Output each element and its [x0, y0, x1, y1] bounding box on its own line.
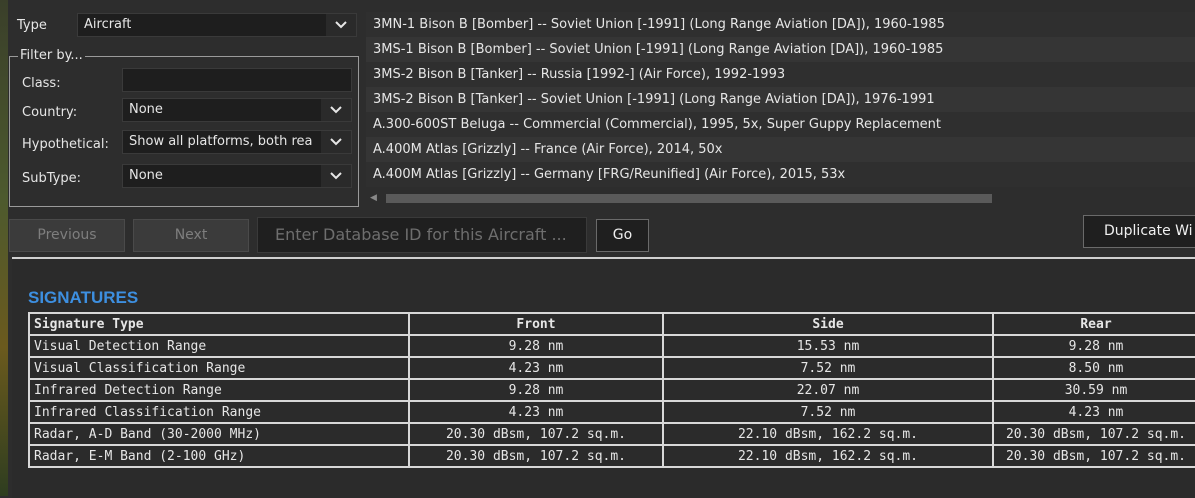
cell: 4.23 nm: [408, 400, 664, 424]
header-signature-type: Signature Type: [28, 312, 410, 336]
cell: 22.07 nm: [662, 378, 994, 402]
cell: 4.23 nm: [992, 400, 1195, 424]
database-id-input[interactable]: Enter Database ID for this Aircraft ...: [257, 217, 587, 253]
signatures-title: SIGNATURES: [28, 288, 139, 307]
duplicate-button[interactable]: Duplicate Wi: [1083, 215, 1195, 248]
subtype-select[interactable]: None: [122, 164, 352, 188]
table-row: Visual Detection Range 9.28 nm 15.53 nm …: [28, 334, 1195, 358]
subtype-select-value: None: [129, 168, 163, 183]
arrow-left-icon[interactable]: ◀: [370, 193, 384, 204]
class-label: Class:: [22, 76, 61, 91]
list-item[interactable]: A.400M Atlas [Grizzly] -- France (Air Fo…: [366, 137, 1195, 162]
table-row: Radar, E-M Band (2-100 GHz) 20.30 dBsm, …: [28, 444, 1195, 468]
list-item[interactable]: A.400M Atlas [Grizzly] -- Germany [FRG/R…: [366, 162, 1195, 187]
cell: 7.52 nm: [662, 356, 994, 380]
results-list: 3MN-1 Bison B [Bomber] -- Soviet Union […: [366, 12, 1195, 192]
cell: 4.23 nm: [408, 356, 664, 380]
country-select-value: None: [129, 102, 163, 117]
table-header-row: Signature Type Front Side Rear: [28, 312, 1195, 336]
cell: Infrared Classification Range: [28, 400, 410, 424]
list-item[interactable]: 3MS-2 Bison B [Tanker] -- Soviet Union […: [366, 87, 1195, 112]
next-button[interactable]: Next: [133, 219, 249, 252]
cell: 30.59 nm: [992, 378, 1195, 402]
type-label: Type: [17, 18, 47, 33]
left-background-strip: [0, 0, 8, 496]
cell: 20.30 dBsm, 107.2 sq.m.: [992, 444, 1195, 468]
table-row: Visual Classification Range 4.23 nm 7.52…: [28, 356, 1195, 380]
hypothetical-select-value: Show all platforms, both rea: [129, 134, 313, 149]
subtype-label: SubType:: [22, 171, 81, 186]
chevron-down-icon[interactable]: [321, 99, 351, 121]
chevron-down-icon[interactable]: [326, 14, 356, 36]
list-item[interactable]: A.300-600ST Beluga -- Commercial (Commer…: [366, 112, 1195, 137]
cell: Visual Classification Range: [28, 356, 410, 380]
list-item[interactable]: 3MS-1 Bison B [Bomber] -- Soviet Union […: [366, 37, 1195, 62]
cell: 15.53 nm: [662, 334, 994, 358]
header-side: Side: [662, 312, 994, 336]
cell: Radar, A-D Band (30-2000 MHz): [28, 422, 410, 446]
table-row: Infrared Classification Range 4.23 nm 7.…: [28, 400, 1195, 424]
cell: 9.28 nm: [408, 378, 664, 402]
country-select[interactable]: None: [122, 98, 352, 122]
go-button[interactable]: Go: [596, 219, 649, 252]
cell: 9.28 nm: [408, 334, 664, 358]
cell: 22.10 dBsm, 162.2 sq.m.: [662, 444, 994, 468]
list-item[interactable]: 3MS-2 Bison B [Tanker] -- Russia [1992-]…: [366, 62, 1195, 87]
cell: Infrared Detection Range: [28, 378, 410, 402]
scrollbar-thumb[interactable]: [386, 194, 992, 203]
cell: Radar, E-M Band (2-100 GHz): [28, 444, 410, 468]
cell: 8.50 nm: [992, 356, 1195, 380]
chevron-down-icon[interactable]: [321, 165, 351, 187]
table-row: Infrared Detection Range 9.28 nm 22.07 n…: [28, 378, 1195, 402]
class-input[interactable]: [122, 68, 352, 92]
header-front: Front: [408, 312, 664, 336]
horizontal-scrollbar[interactable]: ◀: [370, 193, 994, 204]
cell: 7.52 nm: [662, 400, 994, 424]
hypothetical-label: Hypothetical:: [22, 137, 109, 152]
previous-button[interactable]: Previous: [9, 219, 125, 252]
signatures-table: Signature Type Front Side Rear Visual De…: [28, 312, 1195, 468]
type-select[interactable]: Aircraft: [77, 13, 357, 37]
chevron-down-icon[interactable]: [321, 131, 351, 153]
list-item[interactable]: 3MN-1 Bison B [Bomber] -- Soviet Union […: [366, 12, 1195, 37]
cell: Visual Detection Range: [28, 334, 410, 358]
header-rear: Rear: [992, 312, 1195, 336]
country-label: Country:: [22, 105, 78, 120]
cell: 20.30 dBsm, 107.2 sq.m.: [408, 422, 664, 446]
cell: 9.28 nm: [992, 334, 1195, 358]
cell: 22.10 dBsm, 162.2 sq.m.: [662, 422, 994, 446]
table-row: Radar, A-D Band (30-2000 MHz) 20.30 dBsm…: [28, 422, 1195, 446]
filter-legend: Filter by...: [18, 48, 85, 63]
type-select-value: Aircraft: [84, 17, 132, 32]
cell: 20.30 dBsm, 107.2 sq.m.: [992, 422, 1195, 446]
cell: 20.30 dBsm, 107.2 sq.m.: [408, 444, 664, 468]
hypothetical-select[interactable]: Show all platforms, both rea: [122, 130, 352, 154]
